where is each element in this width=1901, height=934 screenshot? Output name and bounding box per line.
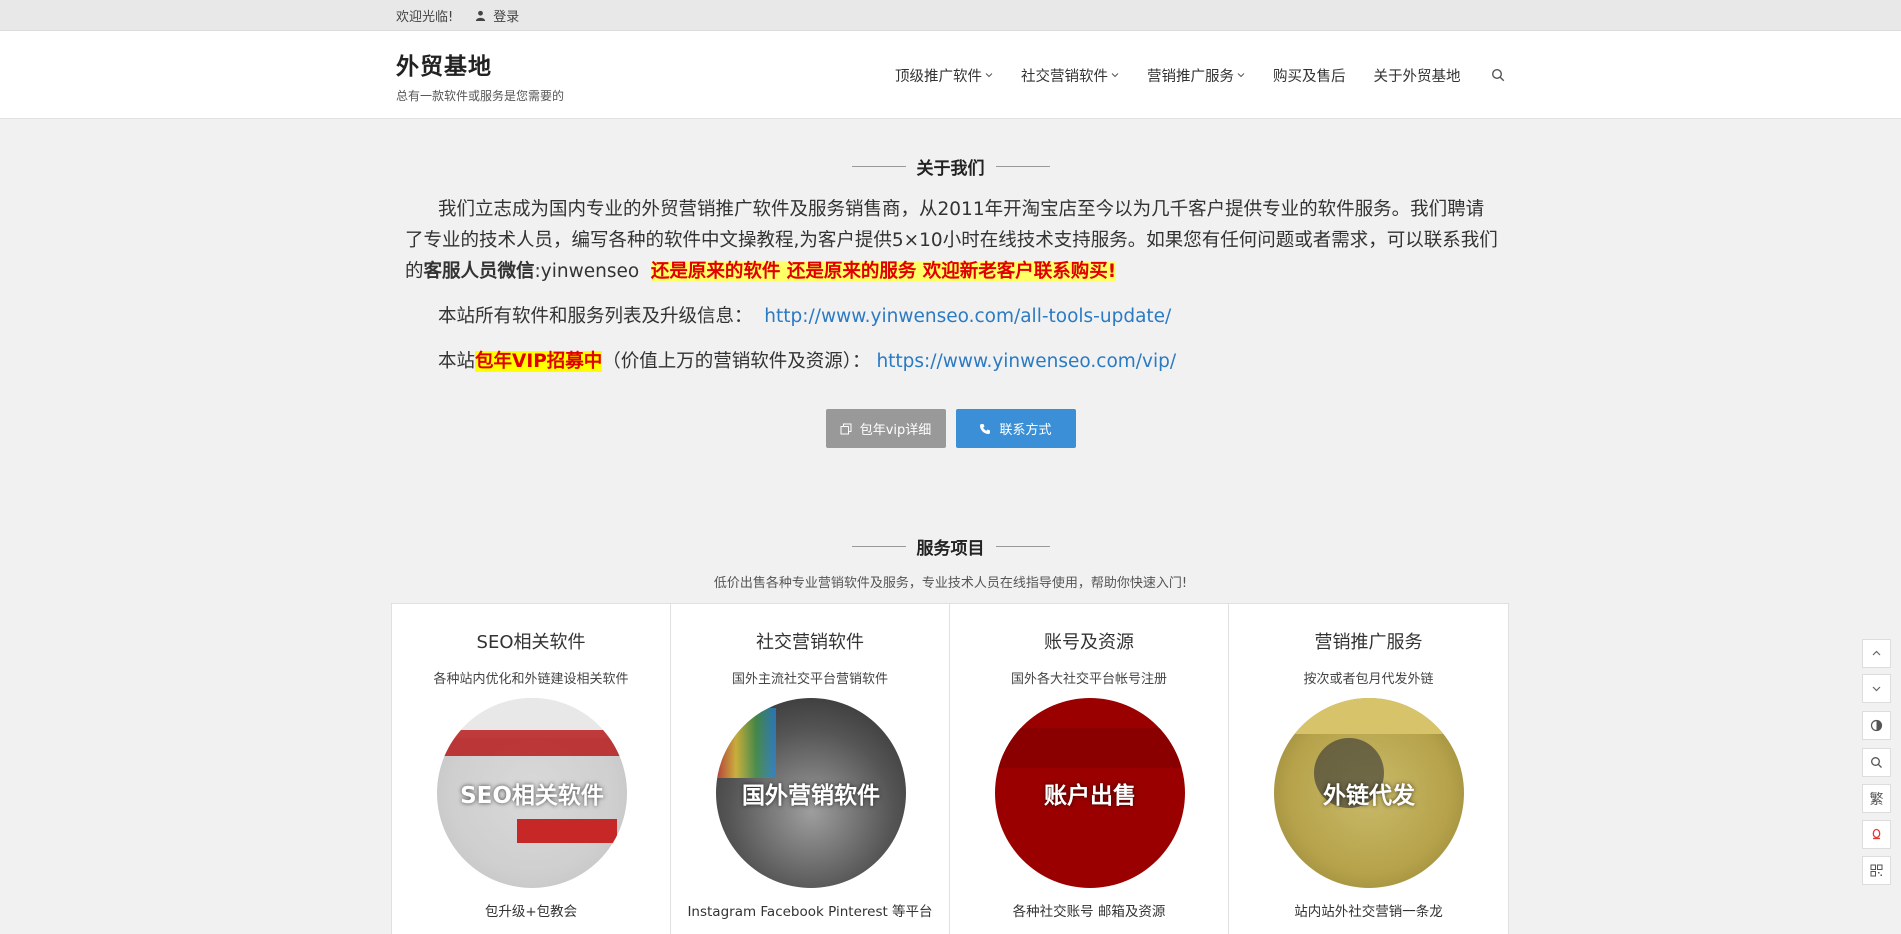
nav-label: 购买及售后	[1273, 68, 1346, 85]
nav-item-about[interactable]: 关于外贸基地	[1374, 65, 1461, 86]
copy-icon	[840, 423, 852, 434]
vip-button-label: 包年vip详细	[859, 423, 932, 438]
vip-prefix: 本站	[438, 351, 476, 372]
vip-row: 本站包年VIP招募中（价值上万的营销软件及资源）： https://www.yi…	[405, 346, 1500, 377]
tools-list-label: 本站所有软件和服务列表及升级信息：	[438, 306, 753, 327]
card-footer: 包升级+包教会	[484, 904, 578, 920]
qrcode-icon	[1870, 864, 1883, 877]
search-icon[interactable]	[1491, 68, 1505, 82]
image-band	[716, 708, 776, 778]
login-label: 登录	[493, 9, 520, 25]
qrcode-button[interactable]	[1862, 856, 1891, 885]
card-image-text: 国外营销软件	[742, 783, 880, 809]
title-divider	[995, 166, 1050, 167]
services-title: 服务项目	[916, 539, 985, 559]
nav-label: 关于外贸基地	[1373, 68, 1461, 85]
main-nav: 顶级推广软件 社交营销软件 营销推广服务 购买及售后 关于外贸基地	[895, 31, 1505, 119]
chevron-down-icon	[1237, 73, 1245, 78]
image-band	[517, 819, 617, 843]
about-title: 关于我们	[916, 159, 985, 179]
vip-details-button[interactable]: 包年vip详细	[825, 409, 946, 448]
card-description: 各种站内优化和外链建设相关软件	[433, 672, 629, 687]
card-image-text: 外链代发	[1323, 783, 1415, 809]
highlight-notice: 还是原来的软件 还是原来的服务 欢迎新老客户联系购买!	[650, 261, 1117, 282]
card-description: 国外主流社交平台营销软件	[731, 672, 888, 687]
tools-update-link[interactable]: http://www.yinwenseo.com/all-tools-updat…	[764, 306, 1171, 327]
card-image-text: SEO相关软件	[460, 783, 604, 809]
nav-item-top-tools[interactable]: 顶级推广软件	[895, 65, 993, 86]
card-title[interactable]: 营销推广服务	[1229, 628, 1508, 654]
vip-suffix: （价值上万的营销软件及资源）：	[602, 351, 871, 372]
user-icon	[476, 10, 486, 21]
services-subtitle: 低价出售各种专业营销软件及服务，专业技术人员在线指导使用，帮助你快速入门!	[713, 576, 1188, 591]
login-link[interactable]: 登录	[475, 6, 519, 25]
nav-item-marketing-services[interactable]: 营销推广服务	[1147, 65, 1245, 86]
qq-contact-button[interactable]	[1862, 820, 1891, 849]
card-footer: Instagram Facebook Pinterest 等平台	[687, 904, 933, 920]
title-divider	[995, 546, 1050, 547]
service-card-accounts[interactable]: 账号及资源 国外各大社交平台帐号注册 账户出售 各种社交账号 邮箱及资源	[950, 604, 1229, 934]
welcome-text: 欢迎光临!	[396, 9, 454, 25]
card-title[interactable]: 社交营销软件	[671, 628, 949, 654]
nav-label: 营销推广服务	[1147, 68, 1234, 85]
scroll-bottom-button[interactable]	[1862, 674, 1891, 703]
search-icon	[1871, 757, 1882, 768]
services-section-title: 服务项目	[0, 534, 1901, 559]
nav-label: 顶级推广软件	[895, 68, 982, 85]
about-buttons: 包年vip详细 联系方式	[0, 409, 1901, 448]
float-search-button[interactable]	[1862, 748, 1891, 777]
title-divider	[851, 546, 906, 547]
contrast-icon	[1870, 719, 1883, 732]
dark-mode-button[interactable]	[1862, 711, 1891, 740]
about-content: 我们立志成为国内专业的外贸营销推广软件及服务销售商，从2011年开淘宝店至今以为…	[405, 194, 1500, 377]
service-cards: SEO相关软件 各种站内优化和外链建设相关软件 SEO相关软件 包升级+包教会 …	[391, 603, 1509, 934]
phone-icon	[980, 423, 991, 434]
image-band	[437, 730, 627, 756]
chevron-up-icon	[1872, 650, 1881, 656]
service-card-marketing[interactable]: 营销推广服务 按次或者包月代发外链 外链代发 站内站外社交营销一条龙	[1229, 604, 1508, 934]
card-image-social[interactable]: 国外营销软件	[716, 698, 906, 888]
site-tagline: 总有一款软件或服务是您需要的	[396, 89, 565, 103]
site-title[interactable]: 外贸基地	[396, 47, 564, 81]
vip-highlight: 包年VIP招募中	[475, 351, 603, 372]
top-bar: 欢迎光临! 登录	[0, 0, 1901, 31]
about-bold-text: 客服人员微信	[423, 261, 535, 282]
image-band	[995, 728, 1185, 768]
about-section-title: 关于我们	[0, 154, 1901, 179]
card-title[interactable]: SEO相关软件	[392, 628, 670, 654]
card-footer: 各种社交账号 邮箱及资源	[1012, 904, 1166, 920]
service-card-social[interactable]: 社交营销软件 国外主流社交平台营销软件 国外营销软件 Instagram Fac…	[671, 604, 950, 934]
contact-button[interactable]: 联系方式	[955, 409, 1076, 448]
traditional-label: 繁	[1869, 791, 1884, 808]
card-title[interactable]: 账号及资源	[950, 628, 1228, 654]
vip-link[interactable]: https://www.yinwenseo.com/vip/	[876, 351, 1176, 372]
tools-list-row: 本站所有软件和服务列表及升级信息： http://www.yinwenseo.c…	[405, 301, 1500, 332]
chevron-down-icon	[1872, 686, 1881, 692]
about-paragraph: 我们立志成为国内专业的外贸营销推广软件及服务销售商，从2011年开淘宝店至今以为…	[405, 194, 1500, 287]
scroll-top-button[interactable]	[1862, 639, 1891, 668]
nav-label: 社交营销软件	[1021, 68, 1108, 85]
chevron-down-icon	[985, 73, 993, 78]
card-image-text: 账户出售	[1044, 783, 1136, 809]
wechat-id: :yinwenseo	[534, 261, 640, 282]
nav-item-social-tools[interactable]: 社交营销软件	[1021, 65, 1119, 86]
brand[interactable]: 外贸基地 总有一款软件或服务是您需要的	[396, 47, 564, 104]
card-image-seo[interactable]: SEO相关软件	[437, 698, 627, 888]
image-band	[1274, 698, 1464, 734]
site-header: 外贸基地 总有一款软件或服务是您需要的 顶级推广软件 社交营销软件 营销推广服务…	[0, 31, 1901, 119]
card-image-marketing[interactable]: 外链代发	[1274, 698, 1464, 888]
qq-icon	[1872, 828, 1881, 840]
title-divider	[851, 166, 906, 167]
traditional-chinese-button[interactable]: 繁	[1862, 784, 1891, 813]
card-footer: 站内站外社交营销一条龙	[1294, 904, 1443, 920]
service-card-seo[interactable]: SEO相关软件 各种站内优化和外链建设相关软件 SEO相关软件 包升级+包教会	[392, 604, 671, 934]
contact-button-label: 联系方式	[999, 423, 1052, 438]
card-description: 国外各大社交平台帐号注册	[1010, 672, 1167, 687]
nav-item-purchase-support[interactable]: 购买及售后	[1273, 65, 1346, 86]
chevron-down-icon	[1111, 73, 1119, 78]
card-image-accounts[interactable]: 账户出售	[995, 698, 1185, 888]
card-description: 按次或者包月代发外链	[1303, 672, 1434, 687]
